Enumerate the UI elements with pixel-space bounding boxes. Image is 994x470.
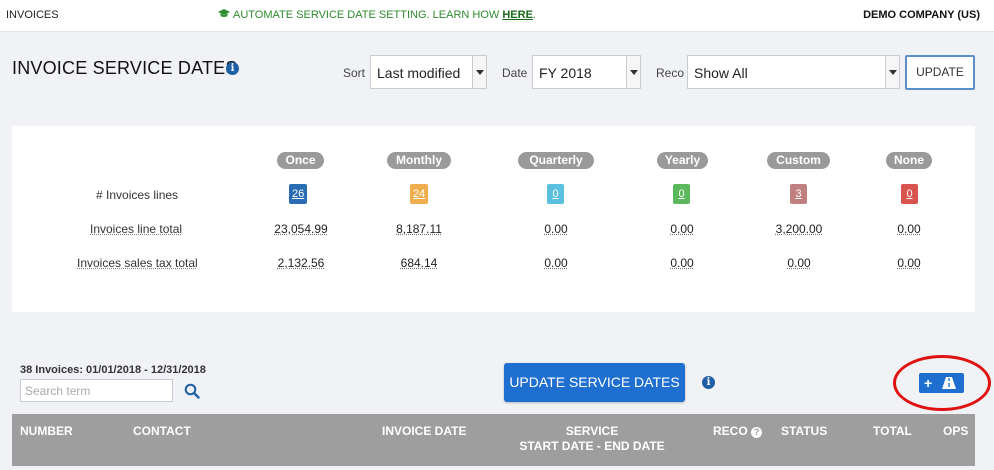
column-reco-label: RECO: [713, 424, 748, 438]
frequency-custom-label: Custom: [767, 152, 830, 169]
question-circle-icon[interactable]: ?: [751, 427, 763, 438]
column-contact[interactable]: CONTACT: [133, 424, 191, 438]
line-total-monthly[interactable]: 8,187.11: [388, 222, 450, 236]
road-icon: [942, 377, 956, 389]
update-service-dates-button[interactable]: UPDATE SERVICE DATES: [504, 363, 685, 402]
info-icon[interactable]: i: [702, 376, 715, 389]
row-label-sales-tax-total[interactable]: Invoices sales tax total: [77, 256, 198, 270]
summary-panel: # Invoices lines Invoices line total Inv…: [12, 126, 975, 312]
tax-total-once[interactable]: 2,132.56: [270, 256, 332, 270]
frequency-monthly-label: Monthly: [387, 152, 451, 169]
add-rule-button[interactable]: +: [919, 373, 964, 393]
tax-total-none[interactable]: 0.00: [885, 256, 933, 270]
invoice-count: 38 Invoices: 01/01/2018 - 12/31/2018: [20, 364, 206, 376]
reco-select-value: Show All: [694, 65, 748, 81]
column-total[interactable]: TOTAL: [873, 424, 912, 438]
search-input[interactable]: [20, 379, 173, 402]
search-icon[interactable]: [184, 383, 200, 399]
chevron-down-icon: [885, 56, 899, 88]
promo-text-end: .: [532, 9, 536, 21]
frequency-quarterly-label: Quarterly: [518, 152, 594, 169]
sort-select[interactable]: Last modified: [370, 55, 487, 89]
line-total-quarterly[interactable]: 0.00: [532, 222, 580, 236]
date-select[interactable]: FY 2018: [532, 55, 641, 89]
count-monthly[interactable]: 24: [410, 184, 429, 204]
graduation-cap-icon: [218, 9, 230, 17]
column-service[interactable]: SERVICE START DATE - END DATE: [517, 424, 667, 454]
promo-text: AUTOMATE SERVICE DATE SETTING. LEARN HOW: [233, 9, 503, 21]
count-custom[interactable]: 3: [790, 184, 807, 204]
frequency-once-label: Once: [277, 152, 324, 169]
column-ops: OPS: [943, 424, 969, 438]
column-status[interactable]: STATUS: [781, 424, 827, 438]
reco-label: Reco: [656, 66, 685, 80]
sort-select-value: Last modified: [377, 65, 461, 81]
frequency-yearly-label: Yearly: [657, 152, 708, 169]
tax-total-yearly[interactable]: 0.00: [658, 256, 706, 270]
line-total-custom[interactable]: 3,200.00: [768, 222, 830, 236]
line-total-none[interactable]: 0.00: [885, 222, 933, 236]
company-name[interactable]: DEMO COMPANY (US): [863, 9, 980, 21]
column-invoice-date[interactable]: INVOICE DATE: [382, 424, 466, 438]
row-label-line-total[interactable]: Invoices line total: [90, 222, 182, 236]
tax-total-quarterly[interactable]: 0.00: [532, 256, 580, 270]
row-label-invoice-lines: # Invoices lines: [96, 188, 179, 202]
count-yearly[interactable]: 0: [673, 184, 690, 204]
frequency-none-label: None: [886, 152, 932, 169]
tax-total-monthly[interactable]: 684.14: [388, 256, 450, 270]
update-button[interactable]: UPDATE: [905, 55, 975, 90]
date-label: Date: [502, 66, 528, 80]
chevron-down-icon: [626, 56, 640, 88]
count-none[interactable]: 0: [901, 184, 918, 204]
line-total-yearly[interactable]: 0.00: [658, 222, 706, 236]
column-reco[interactable]: RECO ?: [713, 424, 763, 438]
app-title: INVOICES: [6, 9, 59, 21]
chevron-down-icon: [472, 56, 486, 88]
table-header: NUMBER CONTACT INVOICE DATE SERVICE STAR…: [12, 414, 975, 466]
top-bar: INVOICES AUTOMATE SERVICE DATE SETTING. …: [0, 0, 994, 32]
reco-select[interactable]: Show All: [687, 55, 900, 89]
sort-label: Sort: [343, 66, 366, 80]
promo-banner: AUTOMATE SERVICE DATE SETTING. LEARN HOW…: [218, 9, 536, 21]
info-icon[interactable]: i: [226, 62, 239, 75]
line-total-once[interactable]: 23,054.99: [270, 222, 332, 236]
column-service-title: SERVICE: [565, 424, 619, 438]
column-number[interactable]: NUMBER: [20, 424, 73, 438]
tax-total-custom[interactable]: 0.00: [768, 256, 830, 270]
plus-icon: +: [924, 375, 933, 391]
count-quarterly[interactable]: 0: [547, 184, 564, 204]
promo-link[interactable]: HERE: [502, 9, 533, 21]
date-select-value: FY 2018: [539, 65, 592, 81]
column-service-subtitle: START DATE - END DATE: [519, 439, 665, 453]
count-once[interactable]: 26: [289, 184, 308, 204]
page-title: INVOICE SERVICE DATES: [12, 58, 238, 78]
